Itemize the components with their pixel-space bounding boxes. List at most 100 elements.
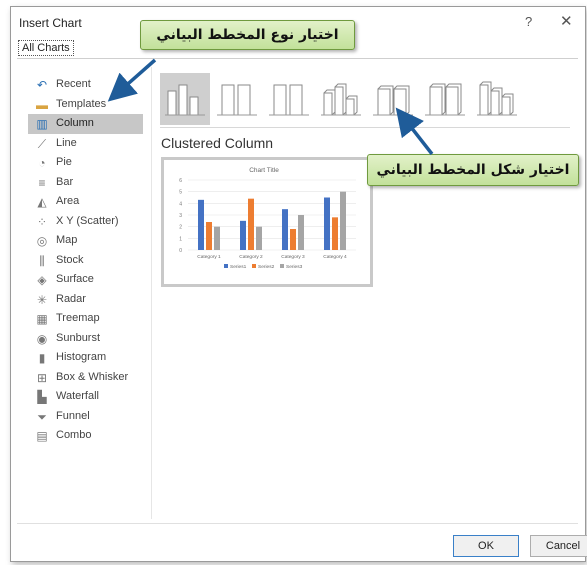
subtype-bar xyxy=(167,90,177,116)
sidebar-item-area[interactable]: ◭ Area xyxy=(28,192,143,212)
sunburst-chart-icon: ◉ xyxy=(36,331,48,346)
undo-arrow-icon: ↶ xyxy=(36,78,48,92)
bar-series3-1 xyxy=(214,226,220,250)
subtype-bar xyxy=(178,84,188,116)
sidebar-item-label: Line xyxy=(56,136,77,149)
surface-chart-icon: ◈ xyxy=(37,273,47,287)
subtype-3d-100-stacked-column-icon xyxy=(425,83,465,116)
subtype-bar xyxy=(289,84,303,116)
subtype-stacked-column[interactable] xyxy=(212,73,262,125)
cancel-button[interactable]: Cancel xyxy=(530,535,587,557)
sidebar-item-label: Funnel xyxy=(56,409,90,422)
sidebar-item-x-y-scatter[interactable]: ⁘ X Y (Scatter) xyxy=(28,212,143,232)
subtype-3d-clustered-column[interactable] xyxy=(316,73,366,125)
subtype-bar xyxy=(445,86,459,116)
sidebar-item-bar[interactable]: ≡ Bar xyxy=(28,173,143,193)
subtype-bar xyxy=(377,88,391,116)
sidebar-item-radar[interactable]: ✳ Radar xyxy=(28,290,143,310)
sidebar-item-combo[interactable]: ▤ Combo xyxy=(28,426,143,446)
legend-label: Series3 xyxy=(286,264,303,270)
funnel-chart-icon: ⏷ xyxy=(37,409,47,424)
bar-series2-3 xyxy=(290,229,296,250)
combo-chart-icon: ▤ xyxy=(36,429,48,443)
tab-all-charts[interactable]: All Charts xyxy=(18,40,74,56)
sidebar-item-recent[interactable]: ↶ Recent xyxy=(28,75,143,95)
y-tick-label: 3 xyxy=(179,213,182,219)
subtype-3d-100-stacked-column[interactable] xyxy=(420,73,470,125)
subtype-100-stacked-column[interactable] xyxy=(264,73,314,125)
subtype-bar xyxy=(393,88,407,116)
sidebar-item-treemap[interactable]: ▦ Treemap xyxy=(28,309,143,329)
sidebar-item-label: Column xyxy=(56,117,94,129)
sidebar-item-waterfall[interactable]: ▙ Waterfall xyxy=(28,387,143,407)
subtype-100-stacked-column-icon xyxy=(269,84,309,116)
subtype-bar xyxy=(189,96,199,116)
x-tick-label: Category 1 xyxy=(197,254,221,260)
y-tick-label: 2 xyxy=(179,225,182,231)
sidebar-item-funnel[interactable]: ⏷ Funnel xyxy=(28,407,143,427)
subtype-bar xyxy=(323,92,333,116)
sidebar-item-map[interactable]: ◎ Map xyxy=(28,231,143,251)
subtype-bar xyxy=(334,86,344,116)
subtype-stacked-column-icon xyxy=(217,84,257,116)
subtype-3d-stacked-column[interactable] xyxy=(368,73,418,125)
x-tick-label: Category 3 xyxy=(281,254,305,260)
sidebar-item-label: Map xyxy=(56,234,78,246)
sidebar-item-label: Waterfall xyxy=(56,390,99,402)
legend-swatch xyxy=(280,264,284,268)
chart-preview[interactable]: Chart Title 0 1 2 3 4 5 6 Category 1 Category 2 Ca… xyxy=(161,157,373,287)
subtype-clustered-column[interactable] xyxy=(160,73,210,125)
sidebar-item-label: Combo xyxy=(56,429,92,441)
pane-divider xyxy=(151,67,152,519)
sidebar-item-label: Recent xyxy=(56,78,91,90)
area-chart-icon: ◭ xyxy=(37,195,47,209)
sidebar-item-label: Surface xyxy=(56,273,94,285)
y-tick-label: 4 xyxy=(179,201,182,207)
subtype-3d-stacked-column-icon xyxy=(373,85,413,116)
subtype-3d-clustered-column-icon xyxy=(321,83,361,116)
dialog-title: Insert Chart xyxy=(19,16,82,30)
sidebar-item-label: Pie xyxy=(56,156,72,168)
legend-label: Series1 xyxy=(230,264,247,270)
insert-chart-dialog: Insert Chart ? ✕ All Charts ↶ Recent ▬ Temp… xyxy=(10,6,587,562)
treemap-chart-icon: ▦ xyxy=(36,312,48,326)
x-tick-label: Category 4 xyxy=(323,254,347,260)
y-tick-label: 1 xyxy=(179,236,182,242)
footer-divider xyxy=(17,523,578,524)
tab-bar: All Charts xyxy=(18,40,74,56)
y-tick-label: 5 xyxy=(179,190,182,196)
pie-chart-icon: ◔ xyxy=(38,156,46,170)
sidebar-item-surface[interactable]: ◈ Surface xyxy=(28,270,143,290)
sidebar-item-line[interactable]: ⟋ Line xyxy=(28,134,143,154)
preview-chart: Chart Title 0 1 2 3 4 5 6 Category 1 Category 2 Ca… xyxy=(179,167,356,270)
subtype-3d-column[interactable] xyxy=(472,73,522,125)
sidebar-item-label: Treemap xyxy=(56,312,100,324)
sidebar-item-histogram[interactable]: ▮ Histogram xyxy=(28,348,143,368)
histogram-chart-icon: ▮ xyxy=(38,351,46,365)
tab-divider xyxy=(17,58,578,59)
sidebar-item-pie[interactable]: ◔ Pie xyxy=(28,153,143,173)
sidebar-item-stock[interactable]: ⫼ Stock xyxy=(28,251,143,271)
folder-icon: ▬ xyxy=(36,97,48,112)
sidebar-item-column[interactable]: ▥ Column xyxy=(28,114,143,134)
chart-type-callout: اختيار نوع المخطط البياني xyxy=(140,20,355,50)
sidebar-item-label: Area xyxy=(56,195,80,207)
ok-button[interactable]: OK xyxy=(453,535,519,557)
help-button[interactable]: ? xyxy=(525,14,532,29)
box-whisker-chart-icon: ⊞ xyxy=(36,370,48,385)
sidebar-item-label: X Y (Scatter) xyxy=(56,214,119,227)
subtype-3d-column-icon xyxy=(477,81,517,116)
gallery-divider xyxy=(160,127,570,128)
sidebar-item-templates[interactable]: ▬ Templates xyxy=(28,95,143,115)
line-chart-icon: ⟋ xyxy=(37,136,47,151)
y-tick-label: 0 xyxy=(179,248,182,254)
sidebar-item-box-whisker[interactable]: ⊞ Box & Whisker xyxy=(28,368,143,388)
bar-series3-2 xyxy=(256,226,262,250)
scatter-chart-icon: ⁘ xyxy=(36,214,48,229)
subtype-bar xyxy=(429,86,443,116)
sidebar-item-label: Bar xyxy=(56,175,74,188)
close-button[interactable]: ✕ xyxy=(560,12,573,30)
bar-chart-icon: ≡ xyxy=(38,175,46,190)
sidebar-item-sunburst[interactable]: ◉ Sunburst xyxy=(28,329,143,349)
subtype-bar xyxy=(490,90,500,116)
